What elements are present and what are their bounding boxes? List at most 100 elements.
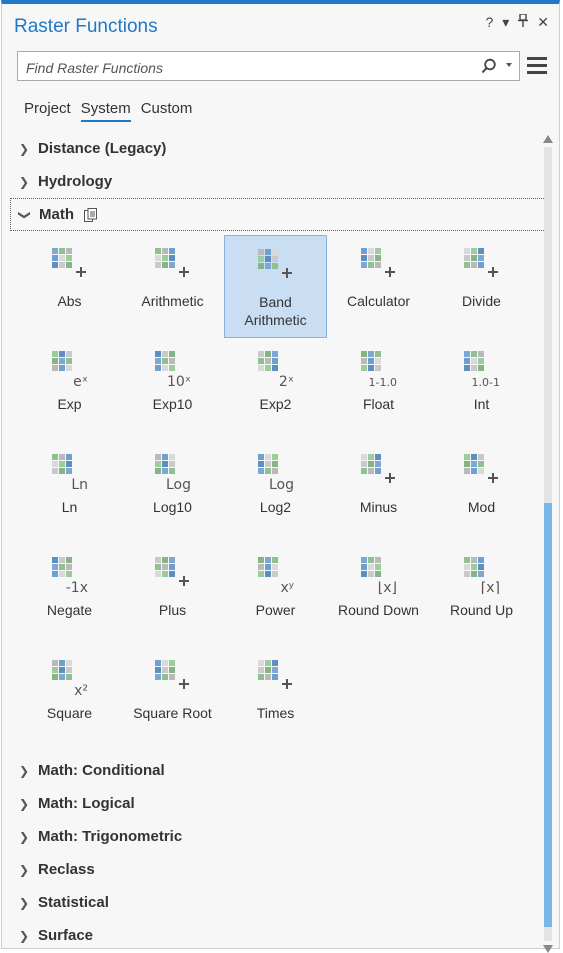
close-button[interactable]: ✕ [537, 14, 549, 31]
category-statistical[interactable]: ❯ Statistical [10, 886, 548, 919]
tab-project[interactable]: Project [24, 100, 71, 122]
tool-label: Log2 [259, 499, 292, 515]
tool-label: Minus [359, 499, 398, 515]
raster-functions-pane: Raster Functions ? ▾ ✕ Project System Cu… [1, 0, 560, 953]
search-options-chevron-icon[interactable] [506, 63, 512, 67]
svg-text:-1x: -1x [65, 580, 87, 595]
scroll-down-arrow-icon[interactable] [543, 945, 553, 953]
options-dropdown-icon[interactable]: ▾ [502, 14, 509, 31]
log10-icon: Log [154, 454, 191, 492]
tool-label: Exp10 [152, 396, 193, 412]
svg-text:2ˣ: 2ˣ [278, 374, 293, 389]
tool-plus[interactable]: Plus [121, 544, 224, 647]
abs-icon [51, 248, 86, 277]
arithmetic-icon [154, 248, 189, 277]
tool-square[interactable]: x² Square [18, 647, 121, 750]
chevron-right-icon: ❯ [18, 174, 30, 189]
tool-negate[interactable]: -1x Negate [18, 544, 121, 647]
search-input[interactable] [24, 57, 468, 79]
ln-icon: Ln [51, 454, 88, 492]
help-button[interactable]: ? [485, 14, 493, 31]
tool-arithmetic[interactable]: Arithmetic [121, 235, 224, 338]
category-math[interactable]: ❯ Math [10, 198, 548, 231]
category-surface[interactable]: ❯ Surface [10, 919, 548, 952]
svg-text:⌈x⌉: ⌈x⌉ [480, 580, 499, 595]
tab-custom[interactable]: Custom [141, 100, 193, 122]
tool-exp[interactable]: eˣ Exp [18, 338, 121, 441]
search-icon[interactable] [481, 58, 497, 74]
scroll-up-arrow-icon[interactable] [543, 135, 553, 143]
category-math-conditional[interactable]: ❯ Math: Conditional [10, 754, 548, 787]
tool-abs[interactable]: Abs [18, 235, 121, 338]
tool-exp10[interactable]: 10ˣ Exp10 [121, 338, 224, 441]
chevron-right-icon: ❯ [18, 895, 30, 910]
float-icon: 1-1.0 [360, 351, 397, 389]
tool-round-down[interactable]: ⌊x⌋ Round Down [327, 544, 430, 647]
tool-divide[interactable]: Divide [430, 235, 533, 338]
tool-power[interactable]: xʸ Power [224, 544, 327, 647]
tool-exp2[interactable]: 2ˣ Exp2 [224, 338, 327, 441]
tool-label: Round Up [449, 602, 514, 618]
mod-icon [463, 454, 498, 483]
tool-float[interactable]: 1-1.0 Float [327, 338, 430, 441]
documentation-icon[interactable] [84, 207, 97, 222]
tool-log10[interactable]: Log Log10 [121, 441, 224, 544]
tool-calculator[interactable]: Calculator [327, 235, 430, 338]
svg-text:Log: Log [165, 477, 190, 492]
plus-icon [154, 557, 189, 586]
vertical-scrollbar[interactable] [543, 135, 553, 953]
scroll-thumb[interactable] [544, 503, 552, 927]
tool-mod[interactable]: Mod [430, 441, 533, 544]
search-box [17, 51, 520, 81]
collapsed-categories: ❯ Math: Conditional ❯ Math: Logical ❯ Ma… [10, 754, 548, 952]
category-hydrology[interactable]: ❯ Hydrology [10, 165, 548, 198]
category-reclass[interactable]: ❯ Reclass [10, 853, 548, 886]
category-label: Math: Trigonometric [38, 828, 183, 845]
category-label: Statistical [38, 894, 109, 911]
tool-square-root[interactable]: Square Root [121, 647, 224, 750]
tool-minus[interactable]: Minus [327, 441, 430, 544]
tool-label: Log10 [153, 499, 192, 515]
tool-int[interactable]: 1.0-1 Int [430, 338, 533, 441]
tool-round-up[interactable]: ⌈x⌉ Round Up [430, 544, 533, 647]
tool-label: Abs [57, 293, 82, 309]
tool-label: Divide [462, 293, 501, 309]
tool-label: Ln [61, 499, 78, 515]
tool-ln[interactable]: Ln Ln [18, 441, 121, 544]
tool-label: Exp [57, 396, 82, 412]
tool-band-arithmetic[interactable]: Band Arithmetic [224, 235, 327, 338]
tool-label: Power [255, 602, 296, 618]
hamburger-menu-icon[interactable] [527, 57, 547, 75]
round-up-icon: ⌈x⌉ [463, 557, 500, 595]
chevron-right-icon: ❯ [18, 862, 30, 877]
divide-icon [463, 248, 498, 277]
tool-label: Exp2 [259, 396, 292, 412]
exp-icon: eˣ [51, 351, 88, 389]
pane-window-buttons: ? ▾ ✕ [485, 13, 549, 31]
tool-times[interactable]: Times [224, 647, 327, 750]
category-label: Math: Conditional [38, 762, 165, 779]
function-tree: ❯ Distance (Legacy) ❯ Hydrology ❯ Math A… [10, 132, 548, 952]
svg-text:1.0-1: 1.0-1 [471, 376, 499, 389]
svg-text:xʸ: xʸ [280, 580, 294, 595]
exp10-icon: 10ˣ [154, 351, 191, 389]
svg-text:⌊x⌋: ⌊x⌋ [377, 580, 396, 595]
category-distance-legacy[interactable]: ❯ Distance (Legacy) [10, 132, 548, 165]
category-math-logical[interactable]: ❯ Math: Logical [10, 787, 548, 820]
tab-system[interactable]: System [80, 100, 131, 122]
category-label: Hydrology [38, 173, 113, 190]
tool-log2[interactable]: Log Log2 [224, 441, 327, 544]
tool-label: Int [473, 396, 490, 412]
svg-text:1-1.0: 1-1.0 [368, 376, 396, 389]
times-icon [257, 660, 292, 689]
tool-label: Times [256, 705, 295, 721]
category-label: Distance (Legacy) [38, 140, 167, 157]
chevron-right-icon: ❯ [18, 763, 30, 778]
category-math-trigonometric[interactable]: ❯ Math: Trigonometric [10, 820, 548, 853]
pane-title: Raster Functions [14, 16, 158, 37]
category-label: Surface [38, 927, 94, 944]
log2-icon: Log [257, 454, 294, 492]
pin-icon[interactable] [518, 13, 529, 31]
svg-text:x²: x² [74, 683, 88, 698]
math-function-grid: Abs Arithmetic Band Arithmetic Calculator Di… [18, 235, 548, 750]
